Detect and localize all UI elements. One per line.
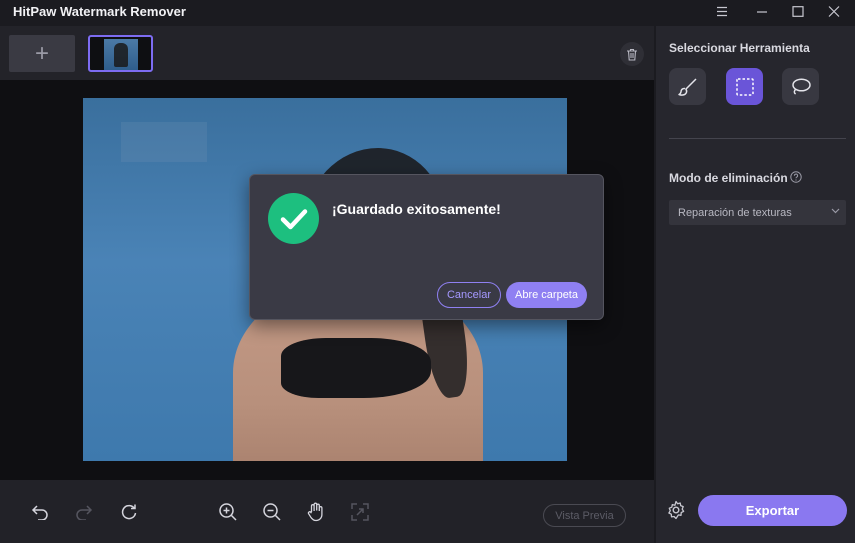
lasso-icon	[791, 77, 811, 95]
rect-select-icon	[735, 77, 754, 96]
export-button[interactable]: Exportar	[698, 495, 847, 526]
undo-icon[interactable]	[29, 501, 51, 523]
brush-icon	[677, 77, 697, 96]
reset-icon[interactable]	[118, 501, 140, 523]
tool-panel-title: Seleccionar Herramienta	[669, 41, 810, 55]
open-folder-button[interactable]: Abre carpeta	[506, 282, 587, 308]
success-check-icon	[268, 193, 319, 244]
rect-select-tool-button[interactable]	[726, 68, 763, 105]
trash-icon	[627, 48, 637, 61]
success-dialog: ¡Guardado exitosamente! Cancelar Abre ca…	[249, 174, 604, 320]
image-thumbnail[interactable]	[88, 35, 153, 72]
thumbnail-strip: +	[0, 26, 654, 80]
app-title: HitPaw Watermark Remover	[13, 4, 186, 19]
redo-icon[interactable]	[73, 501, 95, 523]
tool-panel: Seleccionar Herramienta Modo de eliminac…	[655, 26, 855, 543]
menu-icon[interactable]	[704, 0, 740, 22]
add-image-button[interactable]: +	[9, 35, 75, 72]
thumbnail-figure	[114, 43, 128, 67]
brush-tool-button[interactable]	[669, 68, 706, 105]
mode-select[interactable]: Reparación de texturas	[669, 200, 846, 225]
gear-icon[interactable]	[666, 500, 686, 520]
photo-garment	[281, 338, 431, 398]
zoom-in-icon[interactable]	[217, 501, 239, 523]
help-icon[interactable]	[790, 171, 802, 183]
watermark-region	[121, 122, 207, 162]
close-icon[interactable]	[816, 0, 852, 22]
preview-button[interactable]: Vista Previa	[543, 504, 626, 527]
cancel-button[interactable]: Cancelar	[437, 282, 501, 308]
mode-label: Modo de eliminación	[669, 171, 788, 185]
dialog-message: ¡Guardado exitosamente!	[332, 201, 501, 217]
delete-button[interactable]	[620, 42, 644, 66]
panel-divider	[669, 138, 846, 139]
minimize-icon[interactable]	[744, 0, 780, 22]
bottom-toolbar: Vista Previa	[0, 480, 654, 543]
hand-icon[interactable]	[305, 501, 327, 523]
zoom-out-icon[interactable]	[261, 501, 283, 523]
fit-icon[interactable]	[349, 501, 371, 523]
title-bar: HitPaw Watermark Remover	[0, 0, 855, 24]
app-window: HitPaw Watermark Remover + ¡Guardado exi…	[0, 0, 855, 543]
mode-select-value: Reparación de texturas	[678, 206, 792, 219]
maximize-icon[interactable]	[780, 0, 816, 22]
lasso-tool-button[interactable]	[782, 68, 819, 105]
chevron-down-icon	[831, 208, 840, 214]
